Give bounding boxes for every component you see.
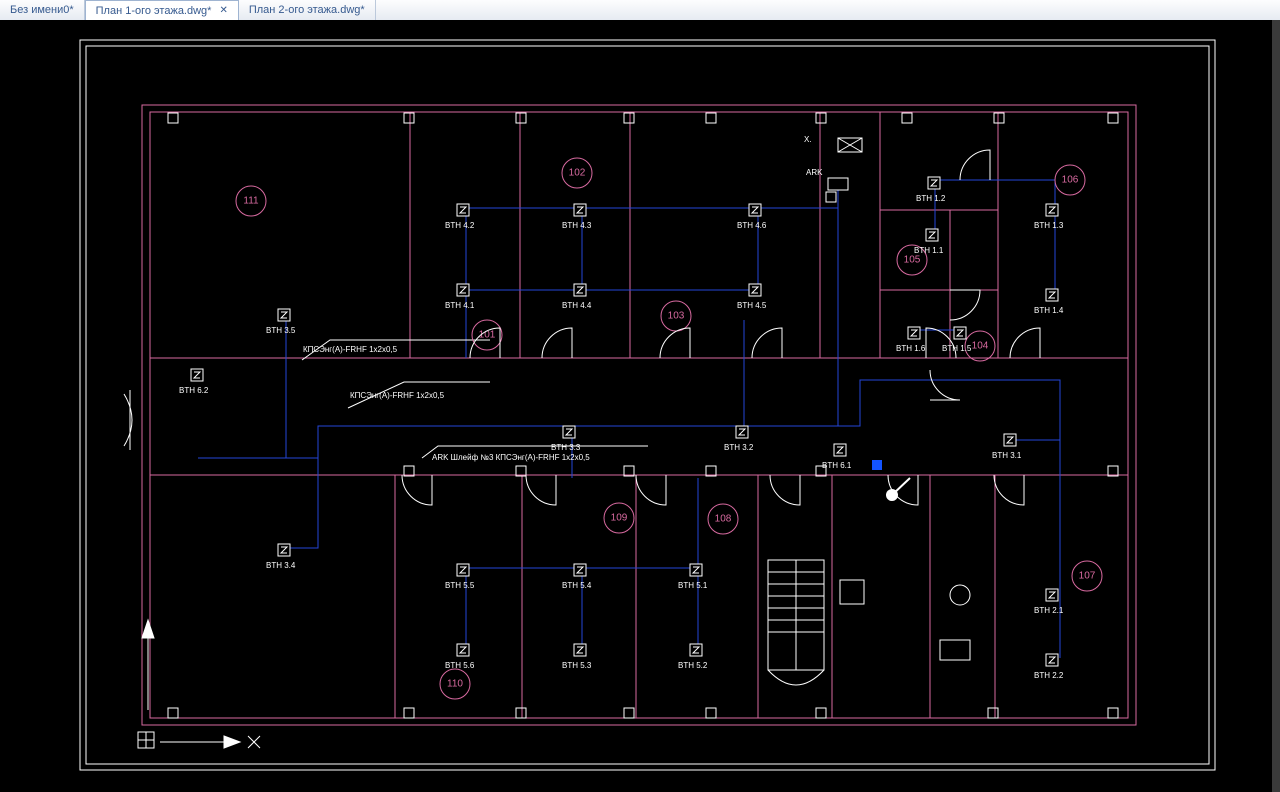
detector: BTH 6.1 <box>822 444 852 470</box>
detector: BTH 3.2 <box>724 426 754 452</box>
detector: BTH 2.1 <box>1034 589 1064 615</box>
tab-label: Без имени0* <box>10 4 74 16</box>
detector-tag: BTH 4.2 <box>445 221 475 230</box>
detector-tag: BTH 4.1 <box>445 301 475 310</box>
title-frame <box>80 40 1215 770</box>
detector: BTH 3.3 <box>551 426 581 452</box>
detector-tag: BTH 2.2 <box>1034 671 1064 680</box>
detector: BTH 1.6 <box>896 327 926 353</box>
detector-tag: BTH 4.6 <box>737 221 767 230</box>
detector-tag: BTH 3.4 <box>266 561 296 570</box>
detector-tag: BTH 5.2 <box>678 661 708 670</box>
detector-tag: BTH 5.6 <box>445 661 475 670</box>
room-id: 102 <box>569 168 586 179</box>
detector: BTH 3.5 <box>266 309 296 335</box>
walls-top <box>410 112 998 358</box>
outer-wall-inner <box>150 112 1128 718</box>
north-arrow-icon <box>142 620 154 710</box>
tab-label: План 2-ого этажа.dwg* <box>249 4 365 16</box>
detector-tag: BTH 1.3 <box>1034 221 1064 230</box>
vertical-scrollbar[interactable] <box>1272 20 1280 792</box>
drawing-canvas[interactable]: ARK X. КПСЭнг(A)-FRHF 1x2x0,5 КПСЭнг(A)-… <box>0 20 1280 792</box>
detector: BTH 4.5 <box>737 284 767 310</box>
room-labels: 101102103104105106107108109110111 <box>236 158 1102 699</box>
detector: BTH 1.5 <box>942 327 972 353</box>
cable-note-1: КПСЭнг(A)-FRHF 1x2x0,5 <box>303 345 398 354</box>
detector-tag: BTH 4.3 <box>562 221 592 230</box>
detector-tag: BTH 3.1 <box>992 451 1022 460</box>
detector-tag: BTH 3.2 <box>724 443 754 452</box>
fixtures <box>840 580 970 660</box>
room-id: 108 <box>715 514 732 525</box>
detector: BTH 2.2 <box>1034 654 1064 680</box>
room-id: 103 <box>668 311 685 322</box>
room-id: 109 <box>611 513 628 524</box>
title-frame-inner <box>86 46 1209 764</box>
detector: BTH 3.1 <box>992 434 1022 460</box>
detector-tag: BTH 6.1 <box>822 461 852 470</box>
loop-note: ARK Шлейф №3 КПСЭнг(A)-FRHF 1x2x0,5 <box>432 453 590 462</box>
close-icon[interactable]: ✕ <box>219 6 227 16</box>
room-id: 110 <box>447 679 463 690</box>
detector-tag: BTH 3.3 <box>551 443 581 452</box>
detector: BTH 1.2 <box>916 177 946 203</box>
devices: BTH 1.1 BTH 1.2 BTH 1.3 BTH 1.4 BTH 1.5 BTH 1… <box>179 177 1064 680</box>
detector: BTH 1.4 <box>1034 289 1064 315</box>
detector-tag: BTH 2.1 <box>1034 606 1064 615</box>
room-id: 111 <box>243 196 259 207</box>
detector-tag: BTH 1.4 <box>1034 306 1064 315</box>
room-id: 105 <box>904 255 921 266</box>
staircase <box>768 560 824 685</box>
detector: BTH 4.1 <box>445 284 475 310</box>
detector-tag: BTH 4.5 <box>737 301 767 310</box>
x-label: X. <box>804 135 812 144</box>
entrance <box>124 390 132 450</box>
room-id: 106 <box>1062 175 1079 186</box>
detector-tag: BTH 4.4 <box>562 301 592 310</box>
ark-panel: ARK X. <box>804 135 862 202</box>
detector-tag: BTH 6.2 <box>179 386 209 395</box>
detector: BTH 1.3 <box>1034 204 1064 230</box>
detector-tag: BTH 5.3 <box>562 661 592 670</box>
detector: BTH 5.2 <box>678 644 708 670</box>
detector-tag: BTH 5.5 <box>445 581 475 590</box>
doors <box>402 150 1040 505</box>
tab-label: План 1-ого этажа.dwg* <box>96 5 212 17</box>
detector: BTH 6.2 <box>179 369 209 395</box>
tab-plan1[interactable]: План 1-ого этажа.dwg* ✕ <box>85 0 239 21</box>
grip-edit-icon <box>872 460 910 501</box>
tab-strip: Без имени0* План 1-ого этажа.dwg* ✕ План… <box>0 0 1280 21</box>
detector: BTH 4.4 <box>562 284 592 310</box>
detector-tag: BTH 5.4 <box>562 581 592 590</box>
room-id: 107 <box>1079 571 1096 582</box>
room-id: 104 <box>972 341 989 352</box>
detector-tag: BTH 1.1 <box>914 246 944 255</box>
detector-tag: BTH 1.6 <box>896 344 926 353</box>
outer-wall <box>142 105 1136 725</box>
detector-tag: BTH 5.1 <box>678 581 708 590</box>
ark-label: ARK <box>806 168 823 177</box>
walls-bot <box>395 475 995 718</box>
detector: BTH 1.1 <box>914 229 944 255</box>
ucs-icon <box>138 732 260 748</box>
cable-note-2: КПСЭнг(A)-FRHF 1x2x0,5 <box>350 391 445 400</box>
detector: BTH 5.3 <box>562 644 592 670</box>
floorplan-svg: ARK X. КПСЭнг(A)-FRHF 1x2x0,5 КПСЭнг(A)-… <box>0 20 1280 792</box>
pillars <box>168 113 1118 718</box>
tab-unnamed[interactable]: Без имени0* <box>0 0 85 20</box>
tab-plan2[interactable]: План 2-ого этажа.dwg* <box>239 0 376 20</box>
detector: BTH 5.6 <box>445 644 475 670</box>
detector-tag: BTH 1.5 <box>942 344 972 353</box>
detector-tag: BTH 1.2 <box>916 194 946 203</box>
detector-tag: BTH 3.5 <box>266 326 296 335</box>
